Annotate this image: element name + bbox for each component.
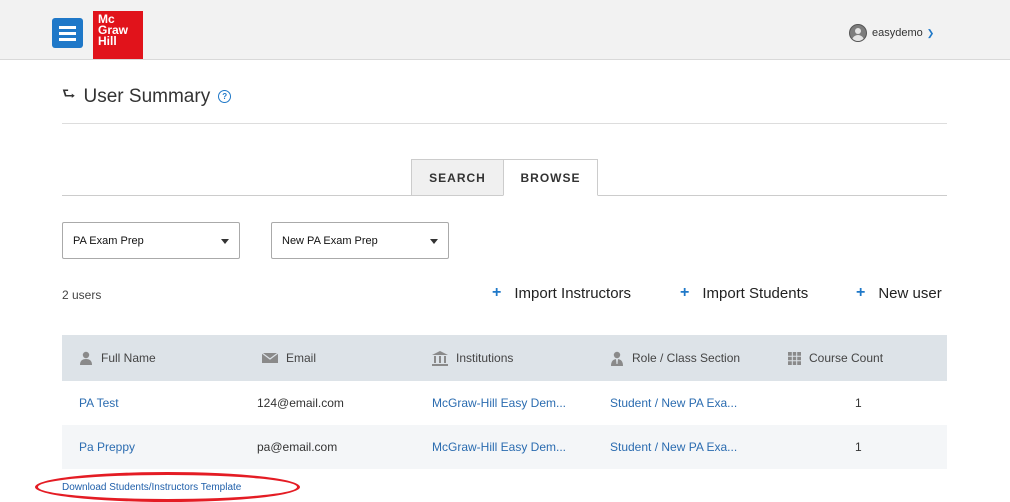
column-label: Full Name: [101, 351, 156, 365]
dropdown-arrow-icon: [430, 239, 438, 244]
institution-icon: [432, 350, 448, 366]
users-table: Full Name Email Institutions Role / Clas…: [62, 335, 947, 469]
tab-search[interactable]: SEARCH: [411, 159, 504, 196]
course-select-value: New PA Exam Prep: [282, 235, 378, 247]
user-email: pa@email.com: [257, 440, 338, 454]
user-course-count: 1: [855, 396, 862, 410]
role-icon: [611, 351, 623, 366]
mcgraw-hill-logo[interactable]: Mc Graw Hill: [93, 11, 143, 59]
envelope-icon: [262, 352, 278, 363]
grid-icon: [788, 351, 801, 365]
user-name-link[interactable]: PA Test: [79, 396, 119, 410]
chevron-down-icon: ❯: [926, 27, 935, 38]
table-header: Full Name Email Institutions Role / Clas…: [62, 335, 947, 381]
plus-icon: +: [680, 284, 690, 301]
avatar-icon: [849, 24, 867, 42]
header-divider: [62, 123, 947, 124]
tab-browse[interactable]: BROWSE: [503, 159, 598, 196]
import-instructors-label: Import Instructors: [514, 284, 632, 302]
column-label: Institutions: [456, 351, 514, 365]
user-email: 124@email.com: [257, 396, 344, 410]
plus-icon: +: [856, 284, 866, 301]
help-icon[interactable]: ?: [218, 90, 232, 103]
import-students-label: Import Students: [702, 284, 809, 302]
page-title: User Summary: [83, 85, 211, 107]
column-header-institutions[interactable]: Institutions: [432, 350, 514, 366]
import-instructors-button[interactable]: + Import Instructors: [492, 284, 631, 302]
institution-select-value: PA Exam Prep: [73, 235, 144, 247]
user-institution-link[interactable]: McGraw-Hill Easy Dem...: [432, 440, 566, 454]
hamburger-menu-icon[interactable]: [52, 18, 83, 48]
back-arrow-icon[interactable]: ⮑: [62, 84, 76, 109]
user-name-link[interactable]: Pa Preppy: [79, 440, 135, 454]
user-role-link[interactable]: Student / New PA Exa...: [610, 396, 737, 410]
user-course-count: 1: [855, 440, 862, 454]
logo-line-3: Hill: [98, 34, 117, 48]
import-students-button[interactable]: + Import Students: [680, 284, 808, 302]
column-header-email[interactable]: Email: [262, 351, 316, 365]
user-institution-link[interactable]: McGraw-Hill Easy Dem...: [432, 396, 566, 410]
person-icon: [80, 351, 92, 365]
institution-select[interactable]: PA Exam Prep: [62, 222, 240, 259]
table-row: Pa Preppy pa@email.com McGraw-Hill Easy …: [62, 425, 947, 469]
new-user-label: New user: [878, 284, 942, 302]
column-label: Email: [286, 351, 317, 365]
page-header: ⮑ User Summary ?: [62, 84, 232, 109]
new-user-button[interactable]: + New user: [856, 284, 942, 302]
username: easydemo: [872, 27, 923, 39]
column-header-role[interactable]: Role / Class Section: [610, 351, 740, 366]
column-header-course-count[interactable]: Course Count: [788, 351, 883, 365]
download-template-link[interactable]: Download Students/Instructors Template: [62, 482, 241, 493]
column-label: Course Count: [809, 351, 884, 365]
column-header-full-name[interactable]: Full Name: [79, 351, 156, 365]
dropdown-arrow-icon: [221, 239, 229, 244]
user-count: 2 users: [62, 288, 102, 302]
course-select[interactable]: New PA Exam Prep: [271, 222, 449, 259]
user-role-link[interactable]: Student / New PA Exa...: [610, 440, 737, 454]
table-row: PA Test 124@email.com McGraw-Hill Easy D…: [62, 381, 947, 425]
top-bar: Mc Graw Hill easydemo ❯: [0, 0, 1010, 60]
user-menu[interactable]: easydemo ❯: [849, 23, 934, 43]
column-label: Role / Class Section: [632, 351, 741, 365]
plus-icon: +: [492, 284, 502, 301]
